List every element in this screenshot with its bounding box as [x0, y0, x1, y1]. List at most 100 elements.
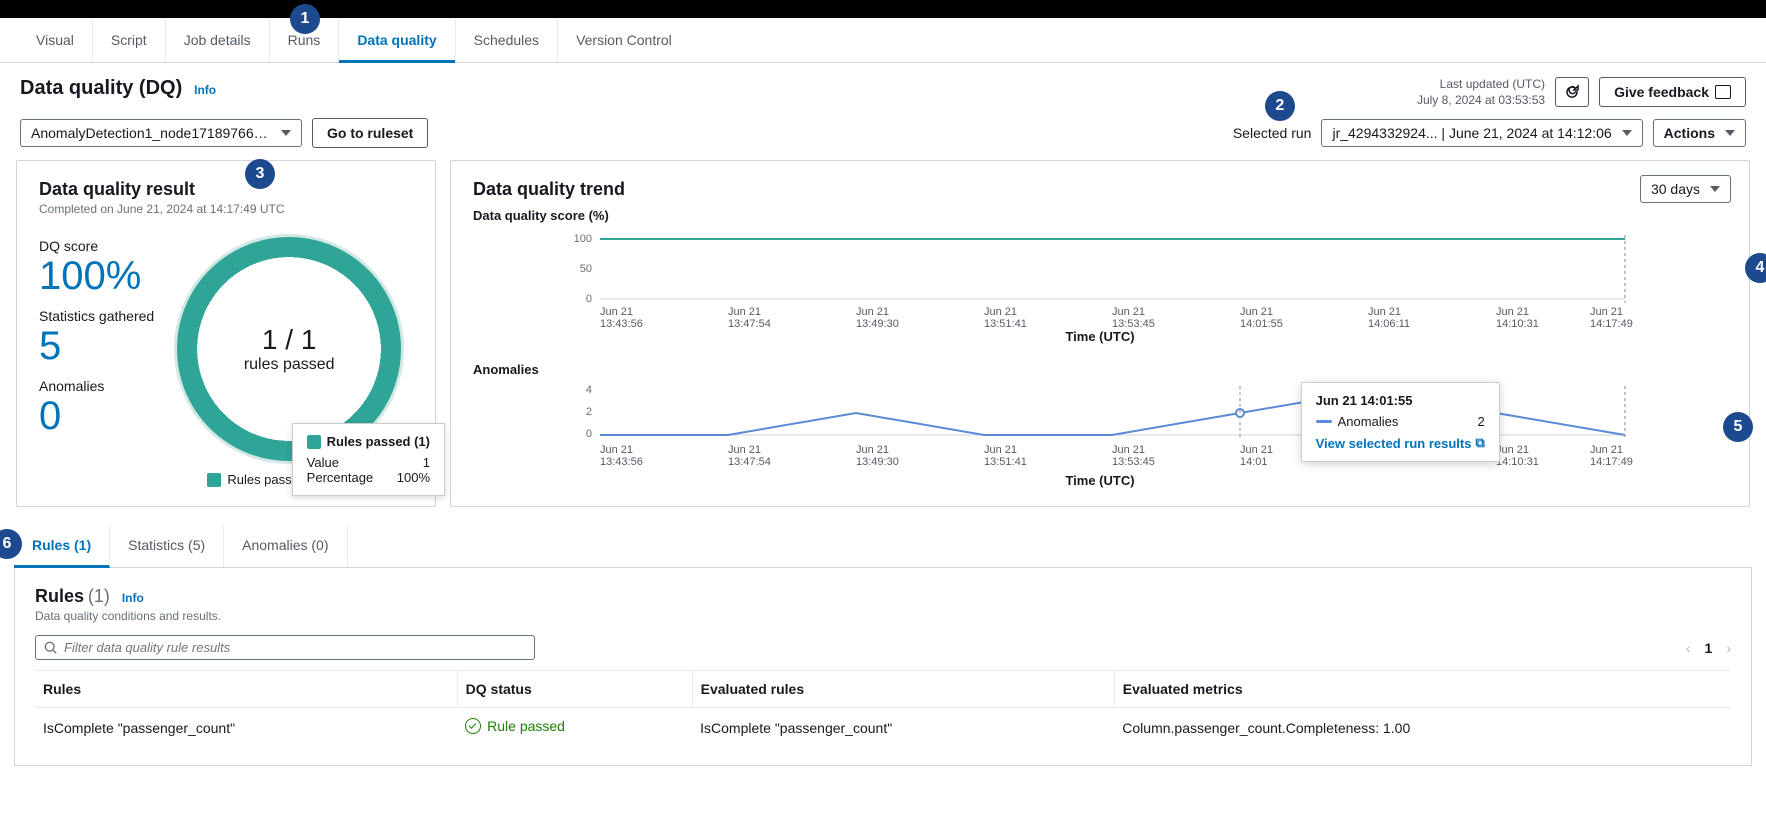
svg-text:Jun 21: Jun 21	[728, 444, 761, 456]
refresh-button[interactable]	[1555, 77, 1589, 107]
view-run-results-link[interactable]: View selected run results ⧉	[1316, 435, 1485, 451]
svg-text:13:49:30: 13:49:30	[856, 318, 899, 327]
refresh-icon	[1564, 84, 1580, 100]
tooltip-series: Anomalies	[1338, 414, 1399, 429]
tab-statistics[interactable]: Statistics (5)	[110, 525, 224, 567]
svg-text:13:47:54: 13:47:54	[728, 456, 771, 468]
result-card: 3 Data quality result Completed on June …	[16, 160, 436, 507]
svg-text:14:10:31: 14:10:31	[1496, 456, 1539, 468]
svg-text:Jun 21: Jun 21	[1590, 444, 1623, 456]
tooltip-time: Jun 21 14:01:55	[1316, 393, 1485, 408]
pager-next[interactable]: ›	[1726, 640, 1731, 656]
info-link[interactable]: Info	[194, 83, 216, 97]
result-completed: Completed on June 21, 2024 at 14:17:49 U…	[39, 202, 413, 216]
donut-center-bottom: rules passed	[244, 356, 335, 374]
col-rules[interactable]: Rules	[35, 671, 457, 708]
svg-text:13:47:54: 13:47:54	[728, 318, 771, 327]
svg-text:Jun 21: Jun 21	[1112, 306, 1145, 318]
svg-text:14:17:49: 14:17:49	[1590, 318, 1633, 327]
svg-text:100: 100	[574, 233, 592, 245]
go-to-ruleset-button[interactable]: Go to ruleset	[312, 118, 428, 148]
svg-text:14:10:31: 14:10:31	[1496, 318, 1539, 327]
caret-icon	[1710, 186, 1720, 192]
tab-data-quality[interactable]: Data quality	[339, 18, 455, 62]
tooltip-value: 2	[1478, 414, 1485, 429]
node-select[interactable]: AnomalyDetection1_node1718976627849	[20, 119, 302, 147]
col-evaluated[interactable]: Evaluated rules	[692, 671, 1114, 708]
last-updated-label: Last updated (UTC)	[1417, 77, 1545, 93]
callout-2: 2	[1265, 91, 1295, 121]
range-value: 30 days	[1651, 181, 1700, 197]
anomalies-chart: 4 2 0 Jun 2113:43:56 Jun 2113:47:54 Jun …	[473, 381, 1727, 471]
last-updated-value: July 8, 2024 at 03:53:53	[1417, 93, 1545, 109]
page-title: Data quality (DQ)	[20, 77, 182, 99]
svg-text:13:43:56: 13:43:56	[600, 456, 643, 468]
svg-text:2: 2	[586, 406, 592, 418]
last-updated: Last updated (UTC) July 8, 2024 at 03:53…	[1417, 77, 1545, 108]
svg-text:Jun 21: Jun 21	[984, 444, 1017, 456]
rules-title: Rules	[35, 586, 84, 606]
range-select[interactable]: 30 days	[1640, 175, 1731, 203]
selected-run-value: jr_4294332924... | June 21, 2024 at 14:1…	[1332, 125, 1611, 141]
svg-text:13:53:45: 13:53:45	[1112, 318, 1155, 327]
dq-score-value: 100%	[39, 254, 154, 298]
tab-schedules[interactable]: Schedules	[456, 18, 558, 62]
tab-rules[interactable]: Rules (1)	[14, 525, 110, 568]
col-status[interactable]: DQ status	[457, 671, 692, 708]
actions-button[interactable]: Actions	[1653, 119, 1746, 147]
tab-anomalies-results[interactable]: Anomalies (0)	[224, 525, 347, 567]
caret-icon	[1622, 130, 1632, 136]
svg-text:13:51:41: 13:51:41	[984, 318, 1027, 327]
dq-score-label: DQ score	[39, 238, 154, 254]
callout-1: 1	[290, 4, 320, 34]
result-title: Data quality result	[39, 179, 413, 200]
node-select-value: AnomalyDetection1_node1718976627849	[31, 125, 271, 141]
anomalies-label: Anomalies	[39, 378, 154, 394]
svg-text:13:43:56: 13:43:56	[600, 318, 643, 327]
score-chart-title: Data quality score (%)	[473, 208, 1727, 223]
svg-text:Jun 21: Jun 21	[600, 444, 633, 456]
svg-text:4: 4	[586, 384, 592, 396]
search-box[interactable]	[35, 635, 535, 660]
selected-run-label: Selected run	[1233, 125, 1312, 141]
svg-text:Jun 21: Jun 21	[1368, 306, 1401, 318]
tab-job-details[interactable]: Job details	[166, 18, 270, 62]
feedback-icon	[1715, 85, 1731, 99]
actions-label: Actions	[1664, 125, 1715, 141]
selected-run-select[interactable]: jr_4294332924... | June 21, 2024 at 14:1…	[1321, 119, 1642, 147]
search-icon	[44, 641, 58, 655]
rules-info-link[interactable]: Info	[122, 591, 144, 605]
svg-text:Jun 21: Jun 21	[1240, 306, 1273, 318]
svg-text:Jun 21: Jun 21	[856, 306, 889, 318]
tab-script[interactable]: Script	[93, 18, 166, 62]
donut-center-top: 1 / 1	[244, 324, 335, 356]
main-tabs: 1 Visual Script Job details Runs Data qu…	[0, 18, 1766, 63]
table-row[interactable]: IsComplete "passenger_count" Rule passed…	[35, 708, 1731, 748]
svg-text:Jun 21: Jun 21	[600, 306, 633, 318]
give-feedback-button[interactable]: Give feedback	[1599, 77, 1746, 107]
donut-tooltip: Rules passed (1) Value1 Percentage100%	[292, 423, 445, 496]
svg-text:14:01: 14:01	[1240, 456, 1268, 468]
svg-text:14:17:49: 14:17:49	[1590, 456, 1633, 468]
caret-icon	[281, 130, 291, 136]
svg-text:14:01:55: 14:01:55	[1240, 318, 1283, 327]
svg-text:50: 50	[580, 263, 592, 275]
svg-text:Jun 21: Jun 21	[728, 306, 761, 318]
col-metrics[interactable]: Evaluated metrics	[1114, 671, 1731, 708]
pager-page: 1	[1705, 640, 1713, 656]
top-black-bar	[0, 0, 1766, 18]
pager-prev[interactable]: ‹	[1686, 640, 1691, 656]
external-icon: ⧉	[1475, 435, 1484, 451]
svg-text:13:51:41: 13:51:41	[984, 456, 1027, 468]
cell-metrics: Column.passenger_count.Completeness: 1.0…	[1114, 708, 1731, 748]
svg-text:14:06:11: 14:06:11	[1368, 318, 1410, 327]
svg-text:Jun 21: Jun 21	[1112, 444, 1145, 456]
tab-version-control[interactable]: Version Control	[558, 18, 690, 62]
callout-5: 5	[1723, 412, 1753, 442]
svg-text:13:53:45: 13:53:45	[1112, 456, 1155, 468]
svg-text:0: 0	[586, 428, 592, 440]
search-input[interactable]	[64, 640, 526, 655]
tab-visual[interactable]: Visual	[18, 18, 93, 62]
rules-count: (1)	[88, 586, 110, 606]
rules-panel: Rules (1) Info Data quality conditions a…	[14, 568, 1752, 766]
